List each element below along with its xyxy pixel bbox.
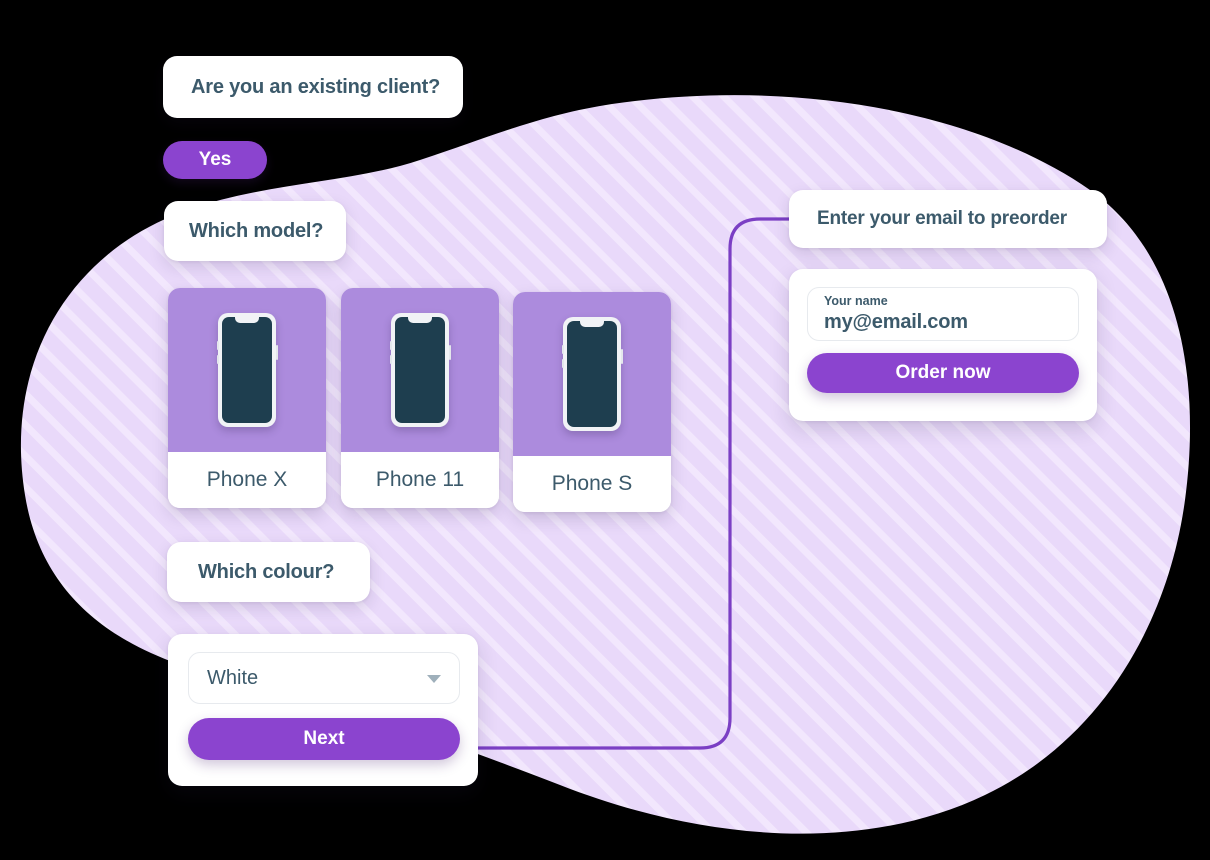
phone-option-label: Phone 11: [341, 452, 499, 508]
phone-option-card[interactable]: Phone S: [513, 292, 671, 512]
answer-yes-label: Yes: [198, 149, 232, 170]
phone-thumbnail: [513, 292, 671, 456]
order-form-card: Your name my@email.com Order now: [789, 269, 1097, 421]
phone-thumbnail: [168, 288, 326, 452]
flow-builder-canvas: Are you an existing client? Yes Which mo…: [0, 0, 1210, 860]
question-which-model-label: Which model?: [189, 219, 324, 242]
order-now-button[interactable]: Order now: [807, 353, 1079, 393]
phone-option-label: Phone S: [513, 456, 671, 512]
phone-mockup-icon: [561, 317, 623, 431]
phone-option-label: Phone X: [168, 452, 326, 508]
colour-select[interactable]: White: [188, 652, 460, 704]
colour-select-value: White: [207, 666, 259, 689]
phone-mockup-icon: [216, 313, 278, 427]
phone-option-card[interactable]: Phone 11: [341, 288, 499, 508]
phone-mockup-icon: [389, 313, 451, 427]
email-field-value: my@email.com: [824, 311, 968, 333]
question-which-colour: Which colour?: [167, 542, 370, 602]
phone-thumbnail: [341, 288, 499, 452]
email-field-label: Your name: [824, 294, 888, 308]
next-button[interactable]: Next: [188, 718, 460, 760]
chevron-down-icon: [427, 675, 441, 683]
question-enter-email-label: Enter your email to preorder: [817, 208, 1067, 229]
question-enter-email: Enter your email to preorder: [789, 190, 1107, 248]
question-existing-client-label: Are you an existing client?: [191, 75, 441, 98]
answer-yes-button[interactable]: Yes: [163, 141, 267, 179]
phone-option-card[interactable]: Phone X: [168, 288, 326, 508]
question-existing-client: Are you an existing client?: [163, 56, 463, 118]
colour-form-card: White Next: [168, 634, 478, 786]
question-which-colour-label: Which colour?: [198, 560, 335, 583]
email-field[interactable]: Your name my@email.com: [807, 287, 1079, 341]
question-which-model: Which model?: [164, 201, 346, 261]
